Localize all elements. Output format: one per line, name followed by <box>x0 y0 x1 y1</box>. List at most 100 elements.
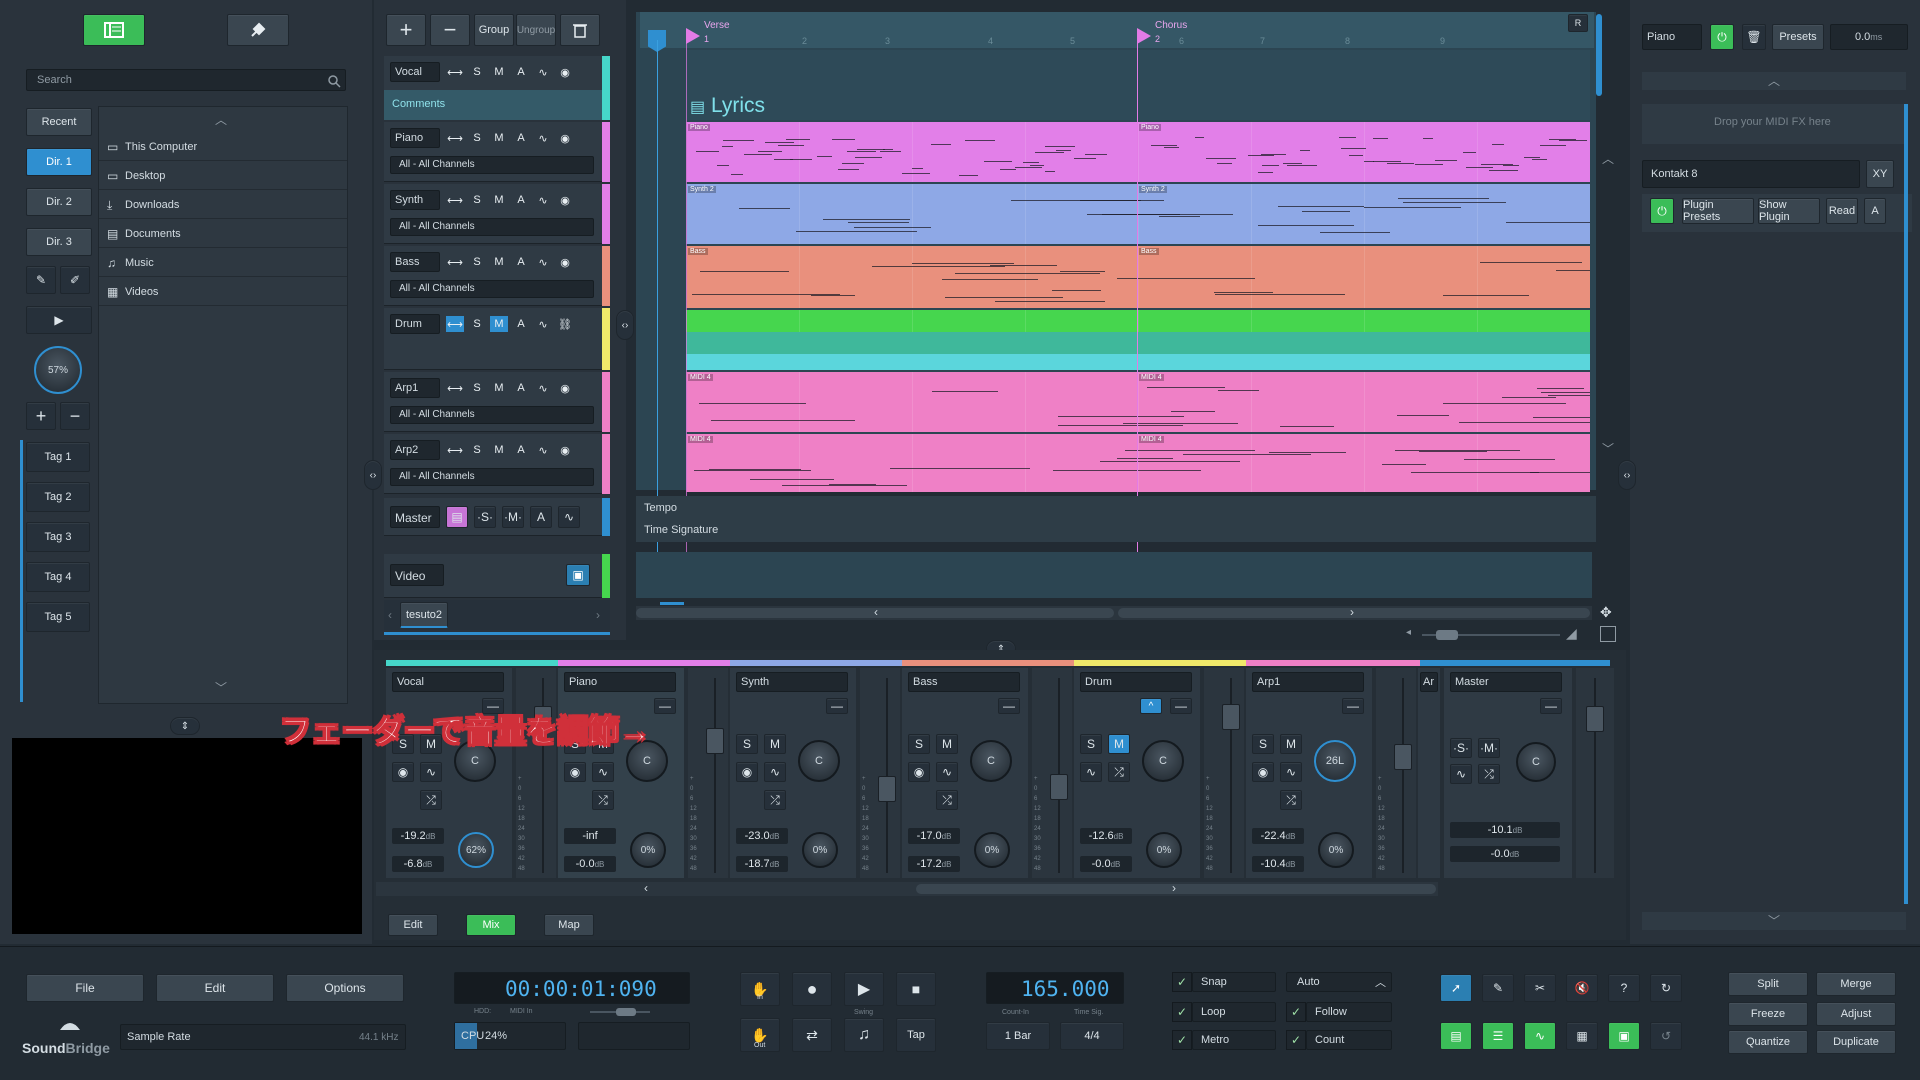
v-scrollbar[interactable] <box>1596 14 1602 96</box>
master-mute-button[interactable]: ·M· <box>502 506 524 528</box>
mute-button[interactable]: M <box>1280 734 1302 754</box>
clip-lane-0[interactable]: Piano Piano <box>686 122 1590 182</box>
split-button[interactable]: Split <box>1728 972 1808 996</box>
metro-checkbox[interactable]: ✓ <box>1172 1030 1192 1050</box>
master-volume-value[interactable]: -10.1 dB <box>1450 822 1560 838</box>
record-button[interactable]: ◉ <box>1252 762 1274 782</box>
edit-tab[interactable]: Edit <box>388 914 438 936</box>
clip-lane-2[interactable]: Bass Bass <box>686 246 1590 308</box>
search-input[interactable]: Search <box>26 69 346 91</box>
channel-select[interactable]: All - All Channels <box>390 280 594 298</box>
loop-checkbox[interactable]: ✓ <box>1172 1002 1192 1022</box>
pencil-tool-button[interactable]: ✎ <box>1482 974 1514 1002</box>
master-fader-area[interactable] <box>1576 668 1614 878</box>
monitor-button[interactable]: ^ <box>1140 698 1162 714</box>
scroll-up-icon[interactable]: ︿ <box>215 111 227 128</box>
plugin-a-button[interactable]: A <box>1864 198 1886 224</box>
help-button[interactable]: ? <box>1608 974 1640 1002</box>
delete-track-button[interactable] <box>560 14 600 46</box>
track-header-piano[interactable]: Piano ⟷ S M A ∿ ◉ All - All Channels <box>384 122 602 182</box>
position-slider[interactable] <box>590 1008 650 1016</box>
strip-name-field[interactable]: Arp1 <box>1252 672 1364 692</box>
channel-select[interactable]: All - All Channels <box>390 156 594 174</box>
master-track-header[interactable]: Master ▤ ·S· ·M· A ∿ <box>384 498 602 536</box>
ruler-r-button[interactable]: R <box>1568 14 1588 32</box>
piano-roll-button[interactable]: ▦ <box>1566 1022 1598 1050</box>
stop-button[interactable]: ■ <box>896 972 936 1006</box>
swap-icon[interactable]: ⟷ <box>446 192 464 208</box>
read-button[interactable]: Read <box>1826 198 1858 224</box>
adjust-button[interactable]: Adjust <box>1816 1002 1896 1026</box>
clip-lane-1[interactable]: Synth 2 Synth 2 <box>686 184 1590 244</box>
tap-tempo-button[interactable]: Tap <box>896 1018 936 1052</box>
fx-gain-field[interactable]: 0.0ms <box>1830 24 1908 50</box>
scissors-tool-button[interactable]: ✂ <box>1524 974 1556 1002</box>
master-strip-solo[interactable]: ·S· <box>1450 738 1472 758</box>
record-button[interactable]: ● <box>792 972 832 1006</box>
automation-button[interactable]: ∿ <box>764 762 786 782</box>
fader-thumb[interactable] <box>1394 744 1412 770</box>
volume-value[interactable]: -19.2 dB <box>392 828 444 844</box>
count-in-select[interactable]: 1 Bar <box>986 1022 1050 1050</box>
track-name-field[interactable]: Synth <box>390 190 440 210</box>
metronome-sound-button[interactable]: ♫ <box>844 1018 884 1052</box>
solo-button[interactable]: S <box>468 442 486 458</box>
h-scrollbar[interactable]: ‹ › <box>636 605 1592 620</box>
record-arm-button[interactable]: ◉ <box>556 442 574 458</box>
video-toggle-button[interactable]: ▣ <box>566 564 590 586</box>
preview-volume-knob[interactable]: 57% <box>34 346 82 394</box>
fx-toggle-button[interactable]: ▣ <box>1608 1022 1640 1050</box>
strip-name-field[interactable]: Ar <box>1420 672 1438 692</box>
dir-1-button[interactable]: Dir. 1 <box>26 148 92 176</box>
automation-button[interactable]: A <box>512 64 530 80</box>
mute-button[interactable]: M <box>490 64 508 80</box>
track-name-field[interactable]: Vocal <box>390 62 440 82</box>
volume-value[interactable]: -22.4 dB <box>1252 828 1304 844</box>
automation-button[interactable]: A <box>512 192 530 208</box>
shuffle-button[interactable]: ⤮ <box>936 790 958 810</box>
master-comment-button[interactable]: ▤ <box>446 506 468 528</box>
shuffle-button[interactable]: ⤮ <box>1108 762 1130 782</box>
mute-button[interactable]: M <box>490 130 508 146</box>
automation-button[interactable]: A <box>512 442 530 458</box>
fit-icon[interactable] <box>1600 626 1616 642</box>
file-menu-button[interactable]: File <box>26 974 144 1002</box>
channel-select[interactable]: All - All Channels <box>390 218 594 236</box>
fx-scroll-up-icon[interactable]: ︿ <box>1642 72 1906 90</box>
edit-menu-button[interactable]: Edit <box>156 974 274 1002</box>
marker-flag-1[interactable] <box>1137 28 1151 44</box>
location-0[interactable]: ▭ This Computer <box>99 135 347 161</box>
fader-bass[interactable]: +0 6 12 18 24 30 36 42 48 <box>1032 668 1072 878</box>
master-strip-automation[interactable]: ∿ <box>1450 764 1472 784</box>
record-button[interactable]: ◉ <box>736 762 758 782</box>
fader-thumb[interactable] <box>706 728 724 754</box>
group-button[interactable]: Group <box>474 14 514 46</box>
automation-button[interactable]: ∿ <box>1280 762 1302 782</box>
curve-icon[interactable]: ∿ <box>534 380 552 396</box>
link-icon[interactable]: ⛓ <box>556 316 574 332</box>
master-strip-shuffle[interactable]: ⤮ <box>1478 764 1500 784</box>
mixer-scroll-right-icon[interactable]: › <box>1172 881 1176 895</box>
swap-icon[interactable]: ⟷ <box>446 442 464 458</box>
mute-button[interactable]: M <box>490 254 508 270</box>
fader-drum[interactable]: +0 6 12 18 24 30 36 42 48 <box>1204 668 1244 878</box>
track-header-arp2[interactable]: Arp2 ⟷ S M A ∿ ◉ All - All Channels <box>384 434 602 494</box>
tempo-lane[interactable]: Tempo Time Signature <box>636 496 1596 542</box>
fader-synth[interactable]: +0 6 12 18 24 30 36 42 48 <box>860 668 900 878</box>
tag-add-button[interactable]: ✎ <box>26 266 56 294</box>
volume-value[interactable]: -12.6 dB <box>1080 828 1132 844</box>
xy-button[interactable]: XY <box>1866 160 1894 188</box>
preview-play-button[interactable]: ▶ <box>26 306 92 334</box>
automation-button[interactable]: ∿ <box>592 762 614 782</box>
vscroll-down-icon[interactable]: ﹀ <box>1602 440 1614 457</box>
tag-button-2[interactable]: Tag 2 <box>26 482 90 512</box>
fx-scrollbar[interactable] <box>1904 104 1908 904</box>
zoom-in-icon[interactable]: ◢ <box>1566 625 1577 642</box>
remove-track-button[interactable]: − <box>430 14 470 46</box>
volume-value[interactable]: -23.0 dB <box>736 828 788 844</box>
zoom-out-icon[interactable]: ◂ <box>1406 627 1411 638</box>
plugin-presets-button[interactable]: Plugin Presets <box>1682 198 1754 224</box>
loop-region[interactable] <box>660 602 684 605</box>
redo-button[interactable]: ↺ <box>1650 1022 1682 1050</box>
volume-value[interactable]: -inf <box>564 828 616 844</box>
